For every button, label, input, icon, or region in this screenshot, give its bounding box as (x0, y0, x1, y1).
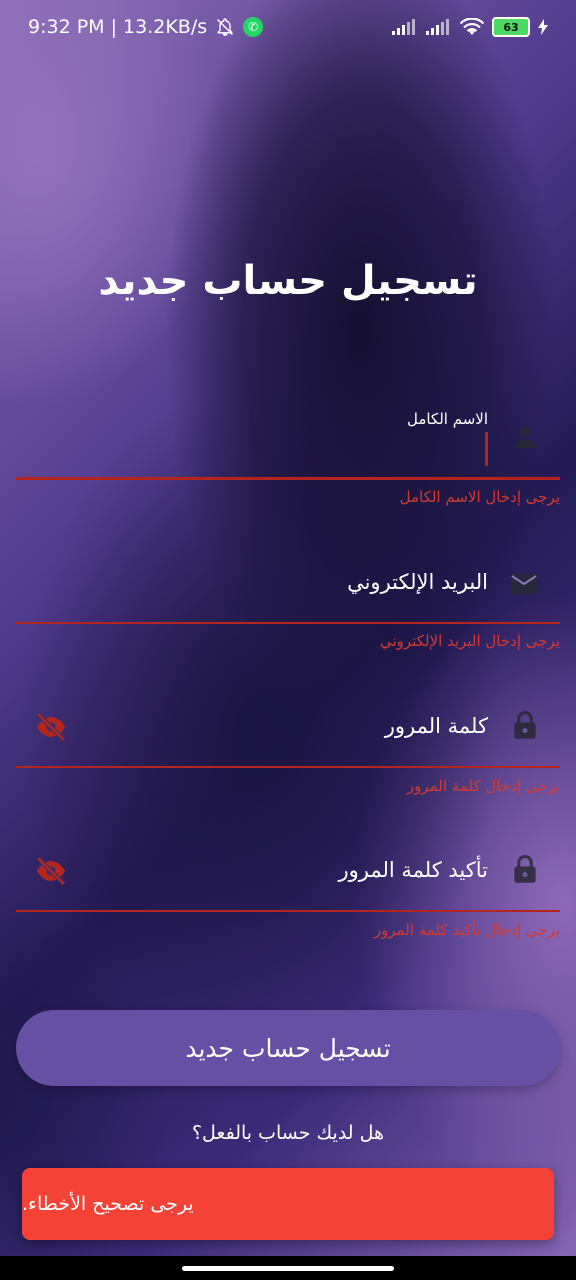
confirm-password-underline (16, 910, 560, 912)
email-field[interactable]: البريد الإلكتروني (16, 548, 560, 624)
password-error: يرجى إدخال كلمة المرور (406, 777, 560, 795)
password-underline (16, 766, 560, 768)
email-error: يرجى إدخال البريد الإلكتروني (379, 632, 560, 650)
email-icon (510, 573, 538, 595)
lock-icon (514, 855, 536, 883)
confirm-password-field[interactable]: تأكيد كلمة المرور (16, 836, 560, 912)
snackbar-message: يرجى تصحيح الأخطاء. (22, 1193, 194, 1215)
confirm-password-label: تأكيد كلمة المرور (338, 858, 488, 882)
person-icon (514, 426, 536, 449)
status-right: 63 (392, 17, 548, 37)
have-account-link[interactable]: هل لديك حساب بالفعل؟ (0, 1122, 576, 1144)
signal-icon-2 (426, 19, 449, 35)
full-name-underline (16, 477, 560, 480)
status-time-speed: 9:32 PM | 13.2KB/s (28, 16, 208, 38)
home-handle[interactable] (182, 1266, 394, 1271)
error-snackbar: يرجى تصحيح الأخطاء. (22, 1168, 554, 1240)
visibility-off-icon[interactable] (34, 710, 68, 744)
navigation-bar (0, 1256, 576, 1280)
text-cursor (485, 432, 488, 466)
page-title: تسجيل حساب جديد (98, 258, 478, 304)
wifi-icon (460, 18, 484, 35)
battery-icon: 63 (492, 17, 530, 37)
signal-icon (392, 19, 415, 35)
bell-off-icon (217, 18, 234, 37)
confirm-password-error: يرجى إدخال تأكيد كلمة المرور (373, 921, 560, 939)
charging-icon (538, 19, 548, 35)
email-label: البريد الإلكتروني (347, 570, 488, 594)
password-field[interactable]: كلمة المرور (16, 692, 560, 768)
full-name-label: الاسم الكامل (406, 410, 488, 428)
whatsapp-icon: ✆ (243, 17, 264, 37)
full-name-field[interactable]: الاسم الكامل (16, 400, 560, 480)
status-left: 9:32 PM | 13.2KB/s ✆ (28, 16, 264, 38)
visibility-off-icon[interactable] (34, 854, 68, 888)
lock-icon (514, 711, 536, 739)
password-label: كلمة المرور (384, 714, 488, 738)
email-underline (16, 622, 560, 624)
full-name-error: يرجى إدخال الاسم الكامل (399, 488, 560, 506)
register-button[interactable]: تسجيل حساب جديد (16, 1010, 560, 1086)
status-bar: 9:32 PM | 13.2KB/s ✆ 63 (0, 0, 576, 54)
